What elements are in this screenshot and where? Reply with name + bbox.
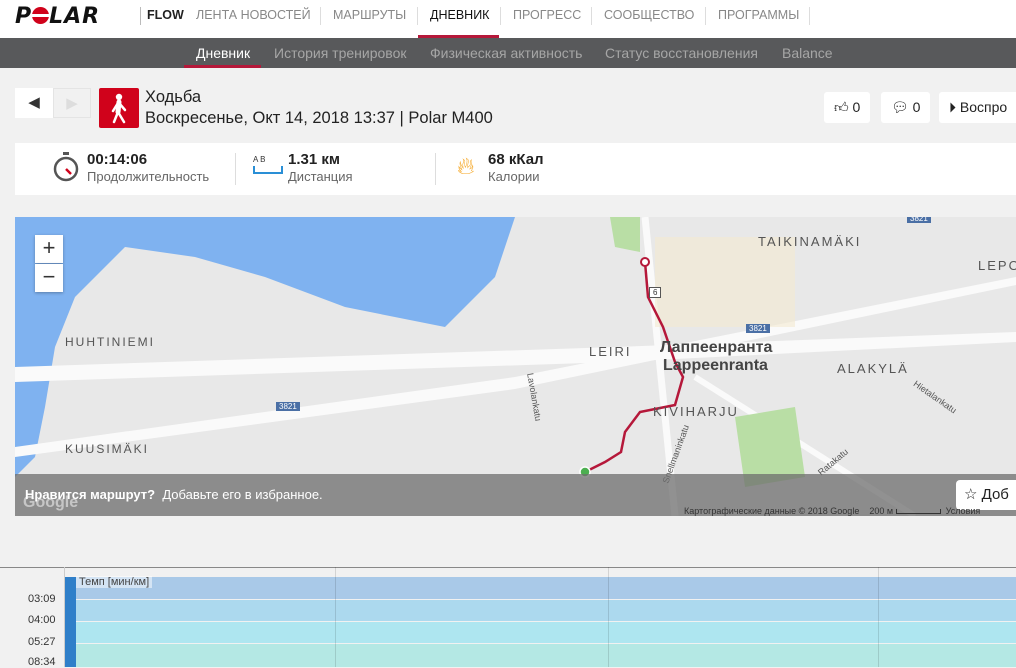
flow-label: FLOW	[140, 7, 190, 25]
stats-bar: 00:14:06 Продолжительность A B 1.31 км Дис…	[15, 143, 1016, 195]
comment-icon: 💬︎	[891, 99, 909, 115]
map-label: KUUSIMÄKI	[65, 442, 150, 456]
sub-nav: Дневник История тренировок Физическая ак…	[0, 38, 1016, 68]
comment-count: 0	[912, 99, 921, 115]
duration-label: Продолжительность	[87, 169, 210, 184]
gridline	[608, 567, 609, 667]
banner-question: Нравится маршрут?	[25, 487, 156, 502]
star-icon: ☆	[964, 486, 978, 503]
next-button[interactable]: ▶	[53, 88, 91, 118]
subnav-activity[interactable]: Физическая активность	[430, 45, 582, 61]
y-tick: 08:34	[28, 656, 56, 668]
road-badge: 3821	[746, 324, 770, 333]
thumbs-up-icon: 👍︎	[834, 99, 849, 115]
nav-progress[interactable]: ПРОГРЕСС	[500, 7, 593, 25]
play-label: Воспро	[959, 99, 1008, 115]
nav-routes[interactable]: МАРШРУТЫ	[320, 7, 418, 25]
stopwatch-icon	[53, 152, 79, 182]
map-label: ALAKYLÄ	[837, 361, 909, 376]
nav-community[interactable]: СООБЩЕСТВО	[591, 7, 706, 25]
distance-icon-text: A B	[253, 155, 266, 164]
subnav-diary[interactable]: Дневник	[196, 45, 250, 61]
play-icon: ⏵	[949, 99, 956, 115]
y-tick: 05:27	[28, 636, 56, 648]
calories-label: Калории	[488, 169, 540, 184]
subnav-history[interactable]: История тренировок	[274, 45, 406, 61]
road-badge: 3821	[907, 217, 931, 223]
city-label: Lappeenranta	[663, 357, 768, 374]
subnav-indicator	[184, 65, 261, 68]
map-label: TAIKINAMÄKI	[758, 234, 862, 249]
road-badge: 6	[649, 287, 662, 298]
map-attribution[interactable]: Картографические данные © 2018 Google 20…	[684, 506, 980, 516]
zoom-in-button[interactable]: +	[35, 235, 63, 263]
zone-band-1	[65, 577, 1016, 599]
y-tick: 04:00	[28, 614, 56, 626]
add-favorite-label: Доб	[981, 486, 1009, 503]
top-nav: P LAR FLOW ЛЕНТА НОВОСТЕЙ МАРШРУТЫ ДНЕВНИ…	[0, 0, 1016, 38]
calories-value: 68 кКал	[488, 151, 544, 168]
arrow-right-icon: ▶	[66, 95, 78, 112]
subnav-balance[interactable]: Balance	[782, 45, 833, 61]
attribution-text: Картографические данные © 2018 Google	[684, 506, 860, 516]
map-label: LEPO	[978, 258, 1016, 273]
gridline	[335, 567, 336, 667]
zone-band-4	[65, 644, 1016, 667]
arrow-left-icon: ◀	[28, 94, 40, 111]
y-tick: 03:09	[28, 593, 56, 605]
map-label: HUHTINIEMI	[65, 335, 155, 349]
divider	[435, 153, 436, 185]
scale-bar	[895, 509, 941, 514]
chart-legend: Темп [мин/км]	[76, 576, 153, 588]
like-button[interactable]: 👍︎ 0	[824, 92, 871, 123]
distance-icon: A B	[253, 155, 283, 174]
polar-logo[interactable]: P LAR	[15, 4, 100, 29]
comment-button[interactable]: 💬︎ 0	[881, 92, 931, 123]
map-label: LEIRI	[589, 344, 632, 359]
route-map[interactable]: TAIKINAMÄKI LEPO HUHTINIEMI LEIRI Лаппее…	[15, 217, 1016, 516]
gridline	[878, 567, 879, 667]
terms-link[interactable]: Условия	[946, 506, 981, 516]
duration-value: 00:14:06	[87, 151, 148, 168]
chart-top-border	[0, 567, 1016, 568]
divider	[809, 7, 810, 25]
divider	[235, 153, 236, 185]
session-title: Ходьба	[145, 88, 202, 106]
walking-icon	[99, 88, 139, 128]
like-count: 0	[852, 99, 861, 115]
subnav-recovery[interactable]: Статус восстановления	[605, 45, 758, 61]
map-scale: 200 м	[869, 506, 894, 516]
city-label-ru: Лаппеенранта	[660, 339, 773, 356]
banner-text: Добавьте его в избранное.	[162, 487, 323, 502]
distance-label: Дистанция	[288, 169, 353, 184]
zone-band-3	[65, 622, 1016, 643]
map-label: KIVIHARJU	[653, 404, 739, 419]
nav-diary[interactable]: ДНЕВНИК	[417, 7, 501, 25]
session-subtitle: Воскресенье, Окт 14, 2018 13:37 | Polar …	[145, 109, 493, 127]
pace-chart: Темп [мин/км] 03:09 04:00 05:27 08:34	[0, 567, 1016, 668]
distance-value: 1.31 км	[288, 151, 340, 168]
nav-programs[interactable]: ПРОГРАММЫ	[705, 7, 811, 25]
flame-icon: 🔥︎	[457, 153, 475, 180]
prev-button[interactable]: ◀	[15, 88, 53, 118]
zone-band-2	[65, 600, 1016, 621]
pace-bar	[65, 577, 76, 667]
nav-feed[interactable]: ЛЕНТА НОВОСТЕЙ	[184, 7, 323, 25]
zoom-out-button[interactable]: −	[35, 264, 63, 292]
road-badge: 3821	[276, 402, 300, 411]
play-button[interactable]: ⏵ Воспро	[939, 92, 1016, 123]
